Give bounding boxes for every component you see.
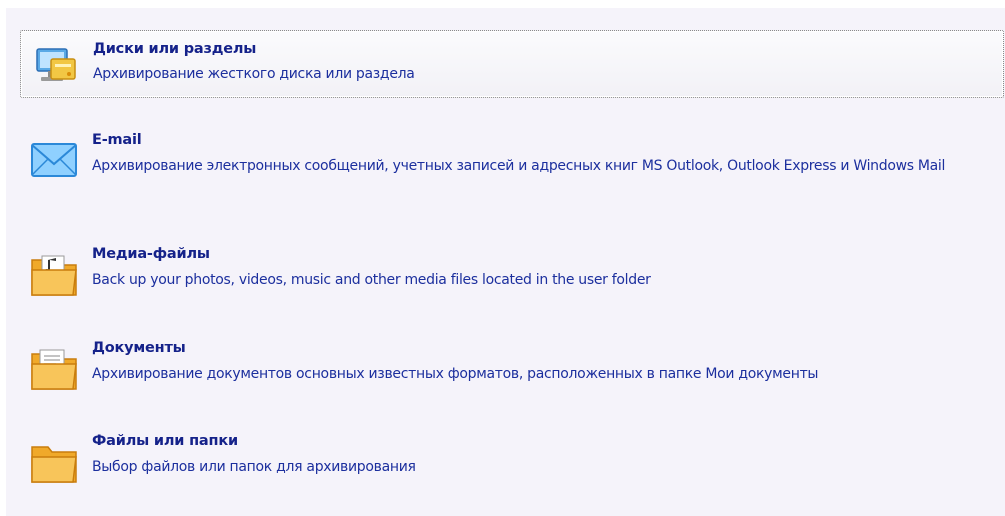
option-description: Архивирование жесткого диска или раздела xyxy=(93,66,415,82)
option-description: Архивирование документов основных извест… xyxy=(92,366,819,382)
folder-icon xyxy=(28,435,82,489)
option-title: E-mail xyxy=(92,132,142,148)
media-folder-icon xyxy=(28,248,82,302)
option-description: Архивирование электронных сообщений, уче… xyxy=(92,158,946,174)
option-media-files[interactable]: Медиа-файлы Back up your photos, videos,… xyxy=(20,246,1004,296)
option-title: Диски или разделы xyxy=(93,41,257,57)
option-description: Back up your photos, videos, music and o… xyxy=(92,272,651,288)
backup-type-list: Диски или разделы Архивирование жесткого… xyxy=(6,8,1005,516)
option-disks-partitions[interactable]: Диски или разделы Архивирование жесткого… xyxy=(20,30,1004,98)
option-files-folders[interactable]: Файлы или папки Выбор файлов или папок д… xyxy=(20,433,1004,483)
option-description: Выбор файлов или папок для архивирования xyxy=(92,459,416,475)
documents-folder-icon xyxy=(28,342,82,396)
envelope-icon xyxy=(28,134,82,188)
option-email[interactable]: E-mail Архивирование электронных сообщен… xyxy=(20,132,1004,202)
option-title: Медиа-файлы xyxy=(92,246,210,262)
option-documents[interactable]: Документы Архивирование документов основ… xyxy=(20,340,1004,390)
option-title: Файлы или папки xyxy=(92,433,238,449)
option-title: Документы xyxy=(92,340,186,356)
computer-monitor-icon xyxy=(29,37,83,91)
